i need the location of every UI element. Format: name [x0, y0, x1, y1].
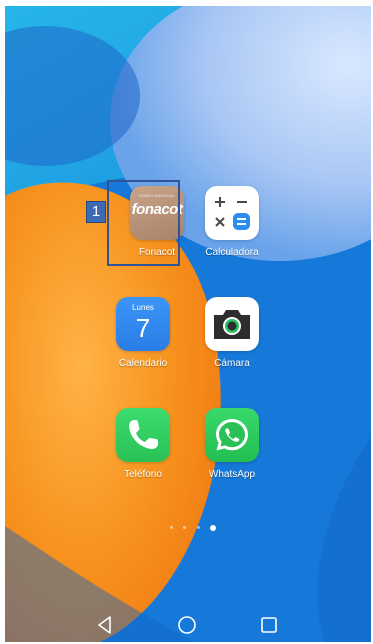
- app-label-whatsapp: WhatsApp: [208, 469, 256, 480]
- home-screen: FONDO NACIONAL fonacot Fonacot Calculado…: [5, 6, 371, 642]
- page-indicator: [167, 519, 219, 531]
- annotation-badge: 1: [86, 201, 106, 223]
- app-label-calendario: Calendario: [118, 358, 168, 369]
- back-icon[interactable]: [92, 612, 118, 638]
- calculator-icon: [205, 186, 259, 240]
- home-icon[interactable]: [174, 612, 200, 638]
- navigation-bar: [0, 606, 373, 644]
- app-label-telefono: Teléfono: [124, 469, 162, 480]
- app-calendario[interactable]: Lunes 7 Calendario: [97, 297, 189, 369]
- calendar-icon: Lunes 7: [116, 297, 170, 351]
- app-label-calculadora: Calculadora: [205, 247, 259, 258]
- phone-icon: [116, 408, 170, 462]
- whatsapp-icon: [205, 408, 259, 462]
- app-whatsapp[interactable]: WhatsApp: [186, 408, 278, 480]
- annotation-highlight-box: [107, 180, 180, 266]
- camera-icon: [205, 297, 259, 351]
- app-label-camara: Cámara: [214, 358, 250, 369]
- calendar-day-number: 7: [135, 313, 151, 343]
- recents-icon[interactable]: [256, 612, 282, 638]
- app-camara[interactable]: Cámara: [186, 297, 278, 369]
- calendar-weekday: Lunes: [132, 303, 154, 312]
- app-calculadora[interactable]: Calculadora: [186, 186, 278, 258]
- app-telefono[interactable]: Teléfono: [97, 408, 189, 480]
